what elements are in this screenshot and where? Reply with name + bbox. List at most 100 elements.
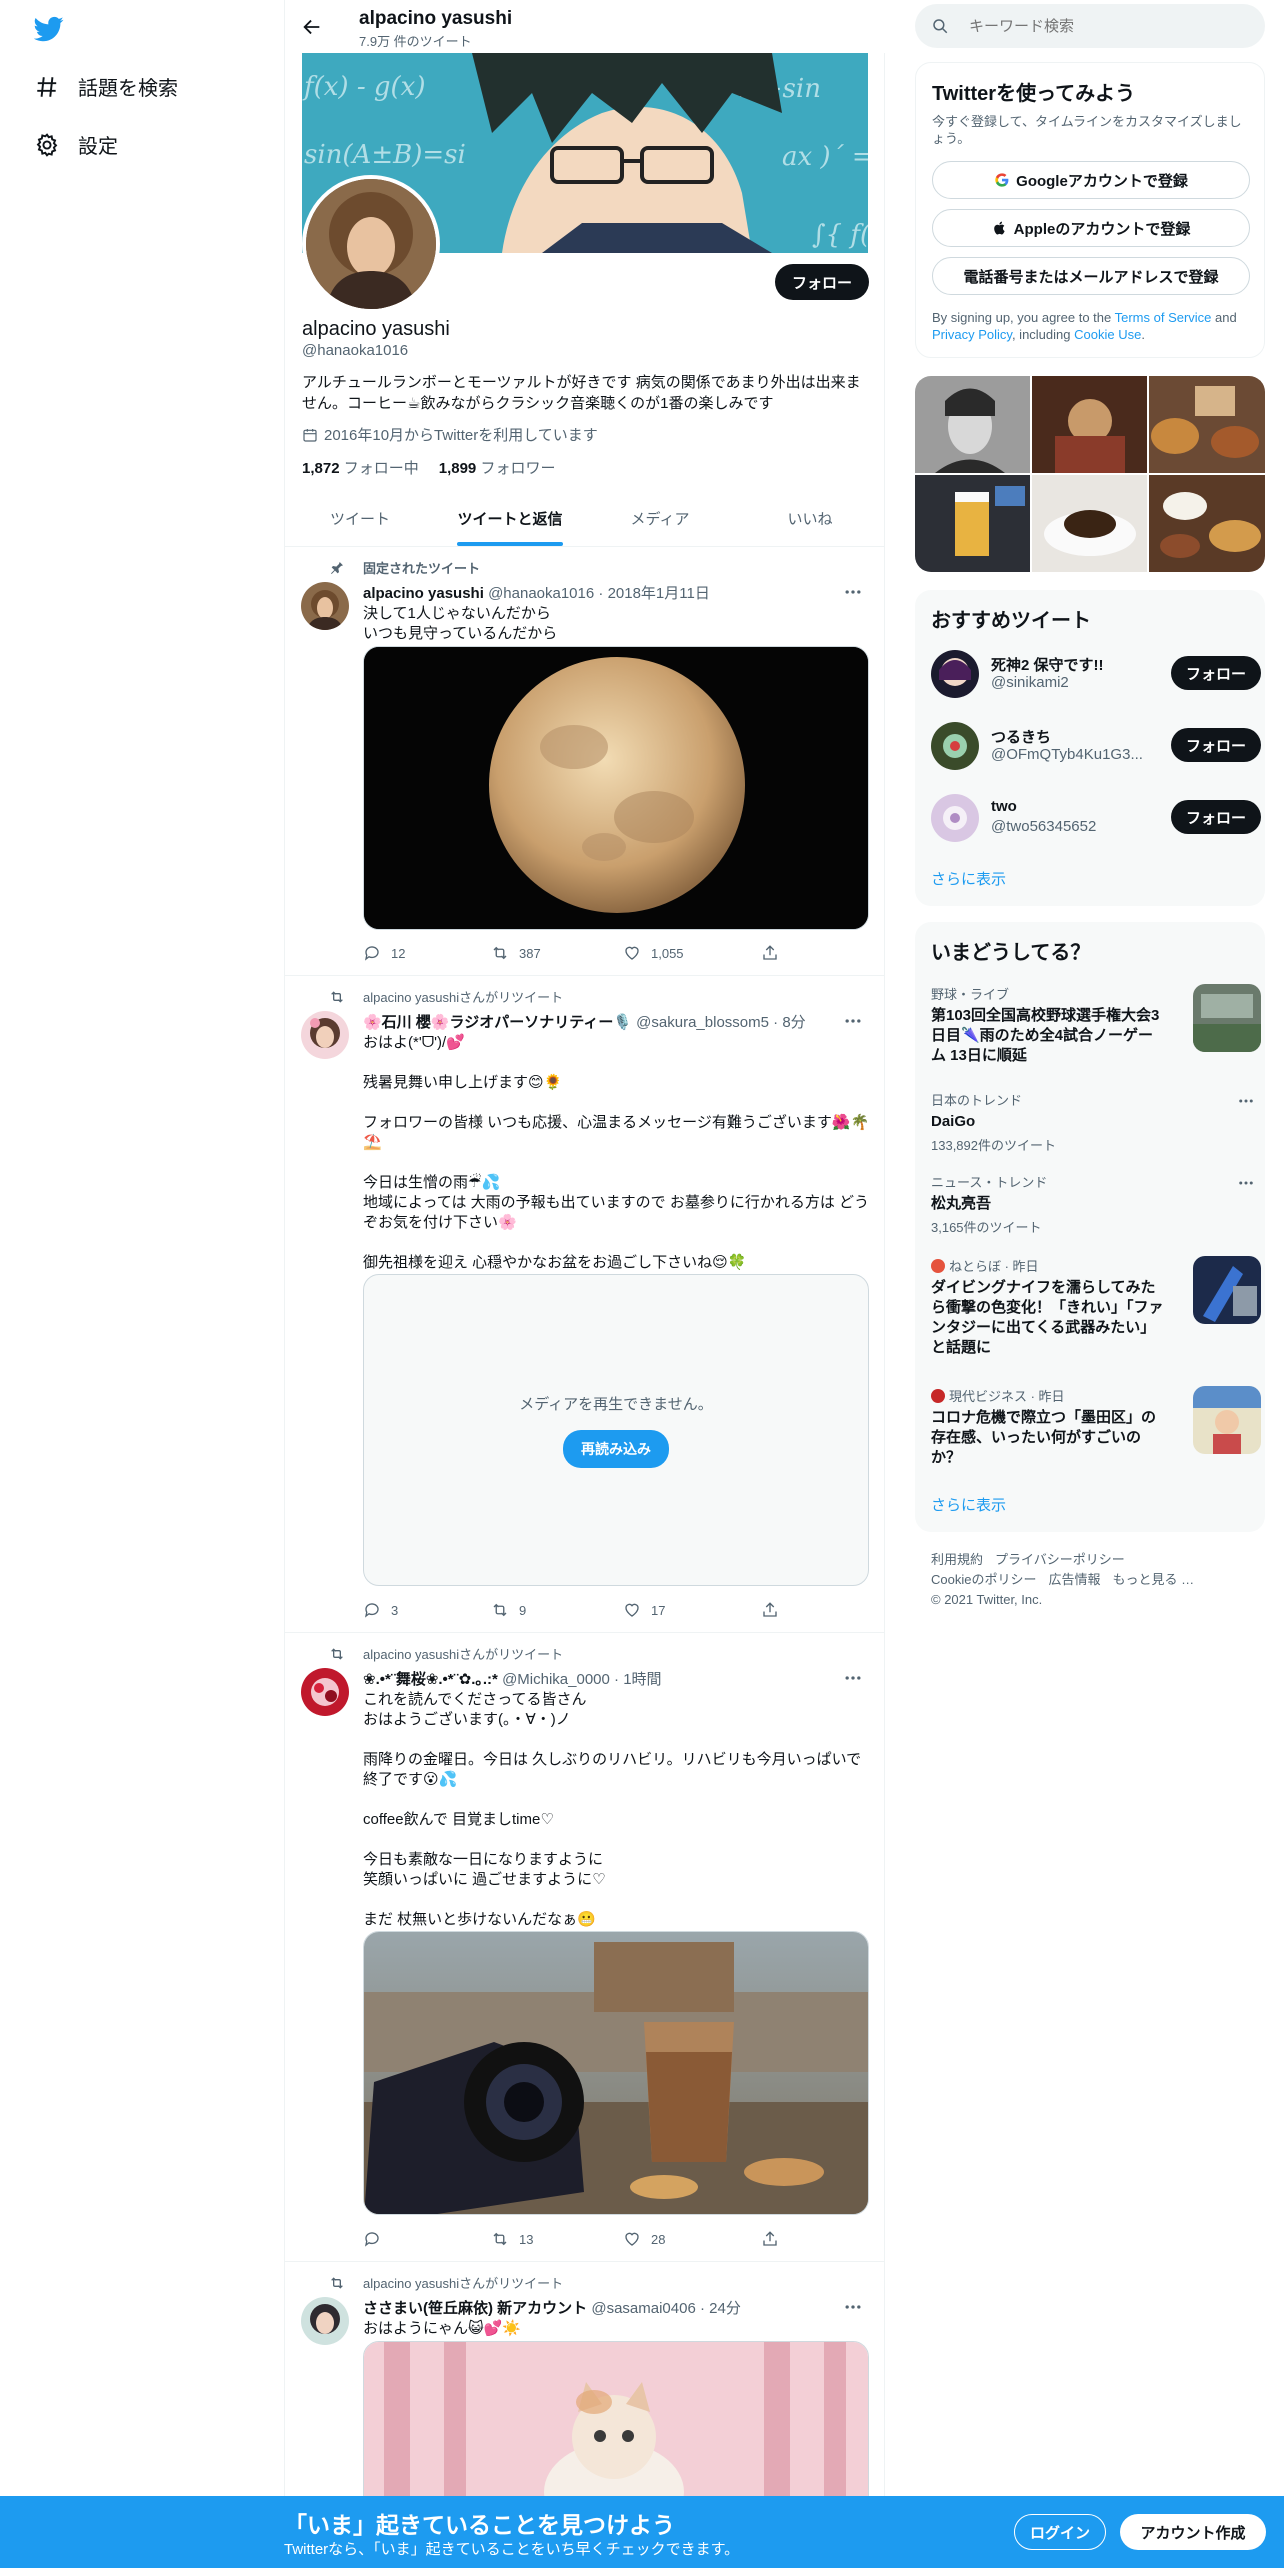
share-button[interactable] [761,2230,779,2248]
tweet-author-name[interactable]: alpacino yasushi [363,585,484,602]
like-button[interactable]: 28 [623,2230,761,2248]
more-icon[interactable] [843,2297,863,2317]
trends-show-more[interactable]: さらに表示 [931,1494,1006,1515]
tab-tweets-and-replies[interactable]: ツイートと返信 [435,493,585,546]
tweet-media-image[interactable] [363,2341,869,2511]
reload-button[interactable]: 再読み込み [563,1429,669,1468]
trend-item[interactable]: ニュース・トレンド 松丸亮吾 3,165件のツイート [931,1172,1249,1236]
avatar[interactable] [301,2297,349,2345]
tweet-media-image[interactable] [363,646,869,930]
retweet-icon [493,946,507,960]
reply-button[interactable]: 3 [363,1601,491,1619]
create-account-button[interactable]: アカウント作成 [1120,2514,1266,2550]
profile-name: alpacino yasushi [302,318,450,340]
follow-button[interactable]: フォロー [775,264,869,300]
footer-link-cookie[interactable]: Cookieのポリシー [931,1570,1036,1590]
phone-email-signup-button[interactable]: 電話番号またはメールアドレスで登録 [932,257,1250,295]
nav-explore[interactable]: 話題を検索 [34,72,178,101]
privacy-link[interactable]: Privacy Policy [932,327,1012,342]
more-icon[interactable] [1237,1092,1255,1110]
suggested-user[interactable]: 死神2 保守です!! @sinikami2 フォロー [931,646,1261,702]
grid-photo-4[interactable] [915,475,1030,572]
tweet-time[interactable]: 24分 [709,2300,741,2317]
who-to-follow-show-more[interactable]: さらに表示 [931,868,1006,889]
google-signup-button[interactable]: Googleアカウントで登録 [932,161,1250,199]
share-button[interactable] [761,944,779,962]
avatar[interactable] [931,794,979,842]
terms-link[interactable]: Terms of Service [1115,310,1212,325]
twitter-logo-icon[interactable] [34,14,64,44]
trend-thumbnail[interactable] [1193,1386,1261,1454]
nav-settings[interactable]: 設定 [34,130,118,159]
back-arrow-icon[interactable] [301,16,323,38]
footer-copyright: © 2021 Twitter, Inc. [931,1592,1043,1607]
tweet-retweet-sasamai[interactable]: alpacino yasushiさんがリツイート ささまい(笹丘麻依) 新アカウ… [285,2263,885,2511]
avatar[interactable] [301,582,349,630]
svg-text:f(x) - g(x): f(x) - g(x) [302,72,425,102]
grid-photo-5[interactable] [1032,475,1147,572]
suggested-user[interactable]: つるきち @OFmQTyb4Ku1G3... フォロー [931,718,1261,774]
follow-button[interactable]: フォロー [1171,656,1261,690]
footer-link-terms[interactable]: 利用規約 [931,1550,983,1570]
grid-photo-3[interactable] [1149,376,1265,473]
retweet-context-label: alpacino yasushiさんがリツイート [363,990,564,1005]
cookie-link[interactable]: Cookie Use [1074,327,1141,342]
suggested-user-handle: @OFmQTyb4Ku1G3... [991,746,1143,763]
tweet-retweet-sakura[interactable]: alpacino yasushiさんがリツイート 🌸石川 櫻🌸ラジオパーソナリテ… [285,977,885,1633]
search-box[interactable] [915,4,1265,48]
footer-link-privacy[interactable]: プライバシーポリシー [995,1550,1125,1570]
tweet-time[interactable]: 1時間 [623,1671,661,1688]
retweet-icon [493,1603,507,1617]
apple-signup-button[interactable]: Appleのアカウントで登録 [932,209,1250,247]
tweet-media-image[interactable] [363,1931,869,2215]
tab-media[interactable]: メディア [585,493,735,546]
tweet-author-name[interactable]: ❀.•*¨舞桜❀.•*¨✿.｡.:* [363,1671,498,1688]
retweet-button[interactable]: 13 [491,2230,623,2248]
like-button[interactable]: 1,055 [623,944,761,962]
following-link[interactable]: 1,872 フォロー中 [302,457,419,478]
more-icon[interactable] [1237,1174,1255,1192]
trend-thumbnail[interactable] [1193,1256,1261,1324]
grid-photo-1[interactable] [915,376,1030,473]
tweet-time[interactable]: 2018年1月11日 [608,585,710,602]
retweet-button[interactable]: 387 [491,944,623,962]
tweet-retweet-michika[interactable]: alpacino yasushiさんがリツイート ❀.•*¨舞桜❀.•*¨✿.｡… [285,1634,885,2262]
footer-link-more[interactable]: もっと見る … [1112,1570,1194,1590]
tab-likes[interactable]: いいね [735,493,885,546]
login-button[interactable]: ログイン [1014,2514,1106,2550]
retweet-button[interactable]: 9 [491,1601,623,1619]
tweet-author-handle: @hanaoka1016 [488,585,595,602]
trend-thumbnail[interactable] [1193,984,1261,1052]
reply-button[interactable]: 12 [363,944,491,962]
more-icon[interactable] [843,582,863,602]
like-count: 1,055 [651,945,684,961]
media-error-text: メディアを再生できません。 [519,1395,713,1413]
tweet-header: ささまい(笹丘麻依) 新アカウント @sasamai0406 · 24分 [363,2300,741,2317]
search-input[interactable] [969,17,1249,35]
tweet-author-name[interactable]: 🌸石川 櫻🌸ラジオパーソナリティー🎙️ [363,1014,632,1031]
tweet-author-name[interactable]: ささまい(笹丘麻依) 新アカウント [363,2300,587,2317]
more-icon[interactable] [843,1668,863,1688]
avatar[interactable] [931,722,979,770]
tab-tweets[interactable]: ツイート [285,493,435,546]
tweet-pinned[interactable]: 固定されたツイート alpacino yasushi @hanaoka1016 … [285,548,885,976]
tweet-header: ❀.•*¨舞桜❀.•*¨✿.｡.:* @Michika_0000 · 1時間 [363,1671,662,1688]
svg-text:ax )´ =: ax )´ = [782,142,868,172]
avatar[interactable] [301,1011,349,1059]
trend-item[interactable]: 日本のトレンド DaiGo 133,892件のツイート [931,1090,1249,1154]
like-button[interactable]: 17 [623,1601,761,1619]
more-icon[interactable] [843,1011,863,1031]
suggested-user[interactable]: two @two56345652 フォロー [931,790,1261,846]
share-button[interactable] [761,1601,779,1619]
reply-button[interactable] [363,2230,491,2248]
followers-link[interactable]: 1,899 フォロワー [439,457,556,478]
tweet-time[interactable]: 8分 [782,1014,805,1031]
grid-photo-2[interactable] [1032,376,1147,473]
avatar[interactable] [301,1668,349,1716]
avatar[interactable] [931,650,979,698]
footer-link-ads[interactable]: 広告情報 [1048,1570,1100,1590]
follow-button[interactable]: フォロー [1171,728,1261,762]
profile-avatar[interactable] [302,175,440,313]
follow-button[interactable]: フォロー [1171,800,1261,834]
grid-photo-6[interactable] [1149,475,1265,572]
